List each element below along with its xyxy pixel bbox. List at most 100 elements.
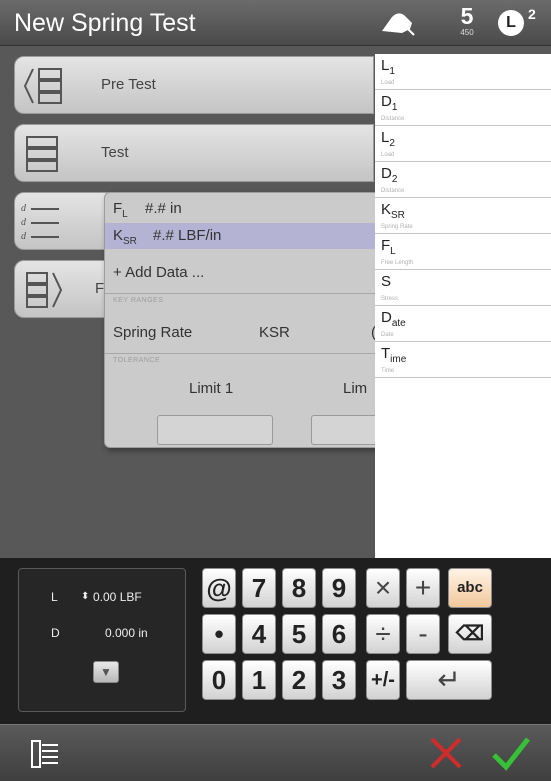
key-7[interactable]: 7 (242, 568, 276, 608)
key-ranges-caption: KEY RANGES (113, 297, 164, 304)
param-symbol: L2 (381, 129, 395, 149)
user-badge-level: 2 (528, 6, 536, 22)
load-value: 0.00 LBF (93, 590, 142, 604)
param-ksr[interactable]: KSR Spring Rate (375, 198, 551, 234)
page-title: New Spring Test (14, 9, 196, 37)
key-1[interactable]: 1 (242, 660, 276, 700)
key-abc[interactable]: abc (448, 568, 492, 608)
post-test-icon (26, 272, 63, 308)
expand-readout-button[interactable]: ▼ (93, 661, 119, 683)
svg-text:d: d (21, 231, 27, 242)
add-data-label: + Add Data ... (113, 264, 205, 281)
key-2[interactable]: 2 (282, 660, 316, 700)
svg-text:d: d (21, 203, 27, 214)
live-readout: L ⬍ 0.00 LBF D 0.000 in ▼ (18, 568, 186, 712)
param-desc: Distance (381, 188, 405, 194)
spring-rate-row[interactable]: Spring Rate KSR ( (105, 321, 379, 345)
param-d1[interactable]: D1 Distance (375, 90, 551, 126)
load-label: L (51, 590, 58, 604)
row-value: #.# LBF/in (153, 227, 222, 244)
param-symbol: Time (381, 345, 407, 365)
param-desc: Spring Rate (381, 224, 413, 230)
distance-value: 0.000 in (105, 626, 148, 640)
param-s[interactable]: S Stress (375, 270, 551, 306)
sample-counter[interactable]: 5 450 (452, 4, 482, 40)
param-date[interactable]: Date Date (375, 306, 551, 342)
cancel-icon[interactable] (428, 735, 464, 771)
key-multiply[interactable]: × (366, 568, 400, 608)
key-backspace[interactable]: ⌫ (448, 614, 492, 654)
param-desc: Date (381, 332, 394, 338)
menu-item-label: Pre Test (101, 76, 156, 93)
menu-item-label: Test (101, 144, 129, 161)
key-8[interactable]: 8 (282, 568, 316, 608)
key-4[interactable]: 4 (242, 614, 276, 654)
key-enter[interactable]: ↵ (406, 660, 492, 700)
param-l2[interactable]: L2 Load (375, 126, 551, 162)
key-plus-minus[interactable]: +/- (366, 660, 400, 700)
limit1-field[interactable] (157, 415, 273, 445)
key-3[interactable]: 3 (322, 660, 356, 700)
param-time[interactable]: Time Time (375, 342, 551, 378)
key-5[interactable]: 5 (282, 614, 316, 654)
param-desc: Load (381, 80, 395, 86)
menu-item-pre-test[interactable]: Pre Test (14, 56, 374, 114)
accept-check-icon[interactable] (490, 733, 532, 773)
param-desc: Time (381, 368, 395, 374)
spring-rate-label: Spring Rate (113, 324, 193, 341)
divider (105, 353, 379, 354)
limit2-label: Lim (343, 380, 368, 397)
menu-item-test[interactable]: Test (14, 124, 374, 182)
popup-row-ksr[interactable]: KSR #.# LBF/in (105, 223, 379, 249)
hand-tool-icon[interactable] (378, 9, 418, 37)
param-fl[interactable]: FL Free Length (375, 234, 551, 270)
key-decimal[interactable]: • (202, 614, 236, 654)
footer-bar (0, 724, 551, 781)
user-badge[interactable]: L (498, 10, 524, 36)
spring-rate-key: KSR (259, 324, 290, 341)
param-desc: Distance (381, 116, 405, 122)
key-divide[interactable]: ÷ (366, 614, 400, 654)
param-desc: Load (381, 152, 395, 158)
key-at[interactable]: @ (202, 568, 236, 608)
param-symbol: FL (381, 237, 396, 257)
param-d2[interactable]: D2 Distance (375, 162, 551, 198)
row-key: KSR (113, 227, 137, 247)
key-plus[interactable]: + (406, 568, 440, 608)
data-list-icon: d d d (21, 203, 59, 242)
add-data-button[interactable]: + Add Data ... (105, 261, 379, 285)
param-symbol: L1 (381, 57, 395, 77)
row-key: FL (113, 200, 128, 220)
param-l1[interactable]: L1 Load (375, 54, 551, 90)
param-symbol: D1 (381, 93, 398, 113)
sample-sub: 450 (460, 28, 474, 37)
param-symbol: Date (381, 309, 406, 329)
menu-item-label: F (95, 280, 105, 297)
param-symbol: D2 (381, 165, 398, 185)
pre-test-icon (23, 68, 62, 104)
distance-label: D (51, 626, 60, 640)
limit1-label: Limit 1 (189, 380, 234, 397)
popup-row-fl[interactable]: FL #.# in (105, 197, 379, 221)
param-symbol: KSR (381, 201, 405, 221)
test-icon (26, 136, 58, 172)
key-minus[interactable]: - (406, 614, 440, 654)
key-9[interactable]: 9 (322, 568, 356, 608)
row-value: #.# in (145, 200, 182, 217)
data-popup: FL #.# in KSR #.# LBF/in + Add Data ... … (104, 192, 380, 448)
key-0[interactable]: 0 (202, 660, 236, 700)
key-6[interactable]: 6 (322, 614, 356, 654)
title-bar: New Spring Test 5 450 L 2 (0, 0, 551, 46)
chevron-down-icon: ▼ (100, 665, 112, 679)
param-symbol: S (381, 273, 392, 290)
tolerance-caption: TOLERANCE (113, 357, 161, 364)
parameter-list: L1 Load D1 Distance L2 Load D2 Distance … (375, 54, 551, 558)
sample-number: 5 (460, 3, 474, 29)
input-panel: L ⬍ 0.00 LBF D 0.000 in ▼ @ 7 8 9 × + ab… (0, 558, 551, 724)
list-menu-icon[interactable] (28, 737, 62, 771)
param-desc: Free Length (381, 260, 414, 266)
main-area: Pre Test Test d d d F FL #.# in KSR #.# … (0, 46, 551, 558)
limit2-field[interactable] (311, 415, 379, 445)
up-down-arrow-icon: ⬍ (81, 591, 90, 602)
svg-text:d: d (21, 217, 27, 228)
